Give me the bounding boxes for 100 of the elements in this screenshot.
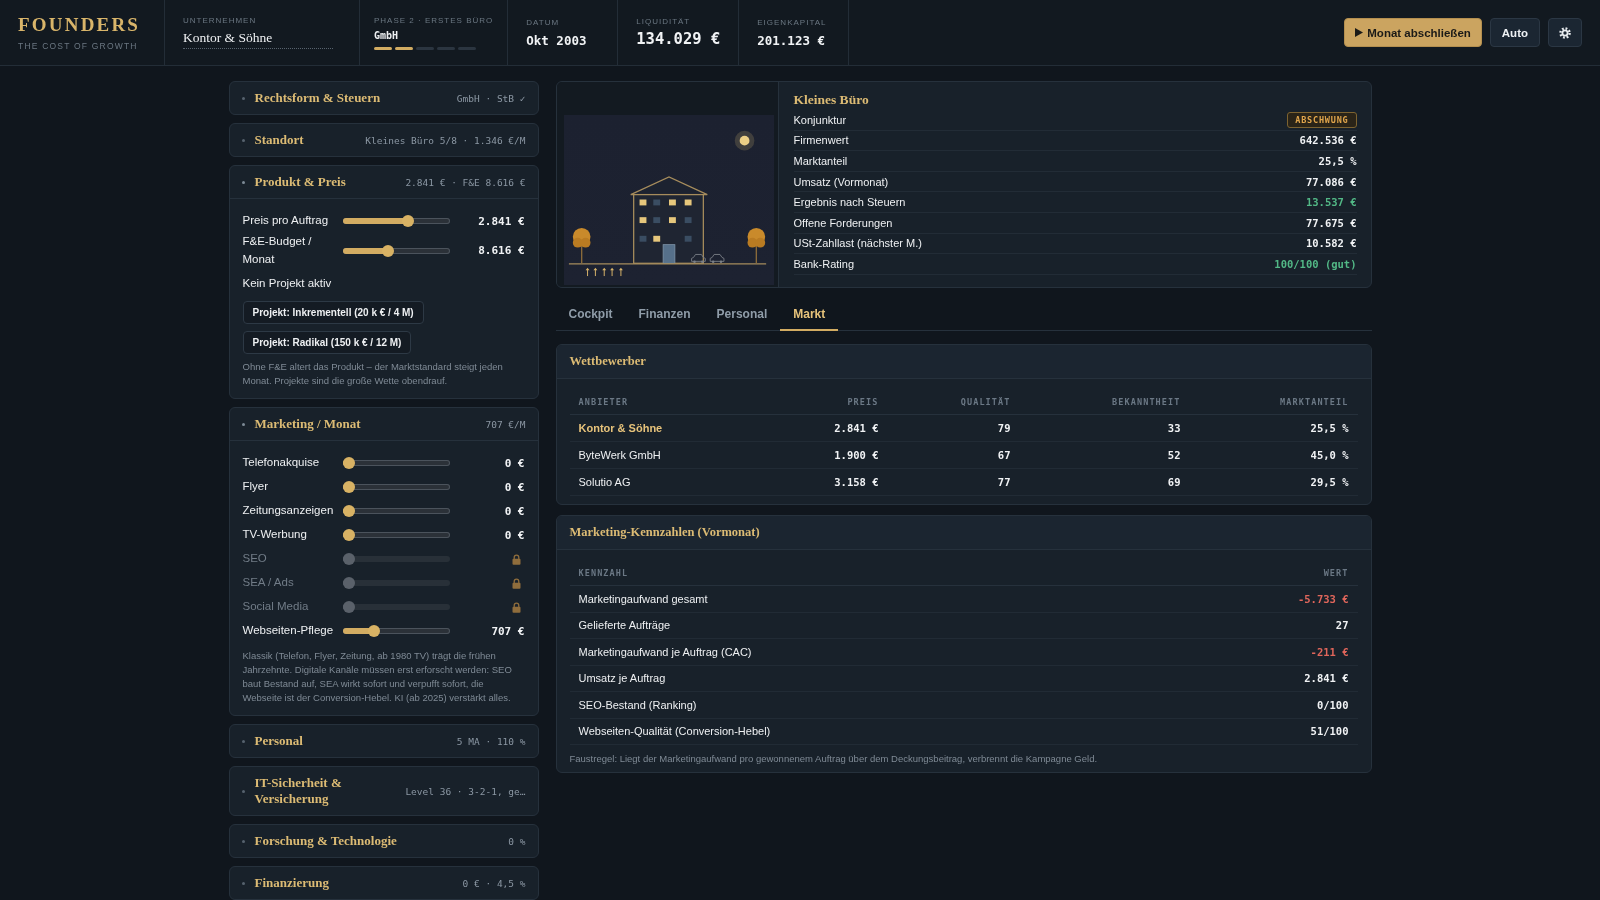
table-cell: 27	[963, 612, 1358, 639]
section-title[interactable]: Produkt & Preis	[254, 172, 396, 192]
slider[interactable]	[342, 529, 450, 541]
project-button[interactable]: Projekt: Inkrementell (20 k € / 4 M)	[242, 301, 424, 324]
info-label: Ergebnis nach Steuern	[793, 196, 906, 209]
tab[interactable]: Markt	[780, 300, 839, 331]
auto-button[interactable]: Auto	[1489, 18, 1540, 47]
slider-label: Zeitungsanzeigen	[242, 503, 335, 519]
lock-icon	[511, 553, 521, 565]
table-cell: 2.841 €	[963, 665, 1358, 692]
info-label: Umsatz (Vormonat)	[793, 175, 889, 188]
info-label: Offene Forderungen	[793, 216, 893, 229]
slider-thumb[interactable]	[402, 215, 415, 227]
info-value: 13.537 €	[1305, 196, 1357, 209]
legal-form-value: GmbH	[374, 29, 399, 41]
tab[interactable]: Cockpit	[555, 300, 626, 331]
slider[interactable]	[342, 601, 450, 613]
info-value: 25,5 %	[1318, 155, 1357, 167]
slider-label: Webseiten-Pflege	[242, 623, 335, 639]
info-value: 642.536 €	[1299, 134, 1357, 147]
section-title[interactable]: Rechtsform & Steuern	[254, 88, 447, 108]
slider-value: 707 €	[491, 624, 525, 638]
slider-value: 0 €	[504, 480, 525, 494]
stat-value: 134.029 €	[636, 30, 721, 48]
info-label: USt-Zahllast (nächster M.)	[793, 237, 922, 250]
info-label: Marktanteil	[793, 155, 848, 167]
slider[interactable]	[342, 215, 450, 227]
table-cell: SEO-Bestand (Ranking)	[569, 691, 964, 718]
slider[interactable]	[342, 625, 450, 637]
table-cell: Kontor & Söhne	[569, 414, 758, 442]
slider-thumb[interactable]	[342, 577, 355, 589]
info-label: Firmenwert	[793, 134, 849, 147]
column-header: WERT	[963, 560, 1358, 586]
slider-label: SEA / Ads	[242, 575, 295, 591]
slider[interactable]	[342, 505, 450, 517]
slider-thumb[interactable]	[342, 601, 355, 613]
hint-text: Klassik (Telefon, Flyer, Zeitung, ab 1980 TV) trägt die frühen Jahrzehnte. Digitale Kanäle müssen erst erforscht werden: SEO baut Bestand auf, SEA wirkt sofort und verpufft sofort, die Webseite ist der Conversion-Hebel. KI (ab 2025) verstärkt alles.	[242, 649, 513, 705]
section-summary: Kleines Büro 5/8 · 1.346 €/M	[365, 134, 526, 146]
field-label: UNTERNEHMEN	[183, 16, 257, 25]
section-title[interactable]: Marketing / Monat	[254, 414, 476, 434]
slider[interactable]	[342, 244, 450, 257]
slider-thumb[interactable]	[342, 505, 355, 517]
section-title[interactable]: Standort	[254, 130, 356, 150]
slider-value: 0 €	[504, 456, 525, 470]
slider-thumb[interactable]	[342, 481, 355, 493]
table-cell: 33	[1019, 414, 1190, 442]
finish-month-button[interactable]: Monat abschließen	[1344, 18, 1482, 47]
card-title: Marketing-Kennzahlen (Vormonat)	[569, 525, 760, 540]
car-icon	[709, 254, 724, 264]
slider-thumb[interactable]	[368, 625, 381, 637]
tab[interactable]: Finanzen	[625, 300, 704, 331]
stat-value: Okt 2003	[526, 32, 587, 48]
slider-thumb[interactable]	[342, 529, 355, 541]
slider-value: 2.841 €	[478, 214, 525, 228]
stat-value: 201.123 €	[757, 32, 825, 48]
tree-drawing	[572, 227, 590, 264]
tab[interactable]: Personal	[703, 300, 781, 331]
section-summary: 2.841 € · F&E 8.616 €	[405, 176, 526, 188]
project-button[interactable]: Projekt: Radikal (150 k € / 12 M)	[242, 331, 412, 354]
slider[interactable]	[342, 457, 450, 469]
section-summary: 5 MA · 110 %	[456, 735, 526, 747]
section-summary: Level 36 · 3-2-1, ge…	[405, 785, 526, 797]
section-title[interactable]: IT-Sicherheit & Versicherung	[254, 773, 396, 809]
slider-thumb[interactable]	[342, 457, 355, 469]
slider[interactable]	[342, 577, 450, 589]
table-cell: 0/100	[963, 691, 1358, 718]
company-name-field[interactable]: Kontor & Söhne	[183, 27, 333, 49]
section-title[interactable]: Forschung & Technologie	[254, 831, 499, 851]
section-title[interactable]: Finanzierung	[254, 873, 453, 893]
column-header: QUALITÄT	[887, 389, 1020, 415]
table-cell: -5.733 €	[963, 585, 1358, 612]
section-title[interactable]: Personal	[254, 731, 447, 751]
slider-label: Social Media	[242, 599, 310, 615]
table-cell: Marketingaufwand gesamt	[569, 585, 964, 612]
slider-label: Preis pro Auftrag	[242, 213, 330, 229]
settings-button[interactable]	[1548, 18, 1582, 47]
column-header: ANBIETER	[569, 389, 758, 415]
slider-thumb[interactable]	[342, 553, 355, 565]
info-value: 77.675 €	[1305, 216, 1357, 229]
stat-label: LIQUIDITÄT	[636, 17, 691, 26]
table-cell: 25,5 %	[1189, 414, 1358, 442]
info-label: Konjunktur	[793, 113, 847, 126]
info-value: 77.086 €	[1305, 175, 1357, 188]
table-cell: ByteWerk GmbH	[569, 441, 758, 469]
info-label: Bank-Rating	[793, 257, 855, 270]
slider[interactable]	[342, 481, 450, 493]
logo-subtitle: THE COST OF GROWTH	[18, 40, 138, 51]
table-cell: 45,0 %	[1189, 441, 1358, 469]
table-cell: 3.158 €	[757, 468, 888, 496]
info-value: 10.582 €	[1305, 237, 1357, 250]
slider[interactable]	[342, 553, 450, 565]
table-cell: 29,5 %	[1189, 468, 1358, 496]
column-header: KENNZAHL	[569, 560, 964, 586]
car-icon	[690, 254, 706, 264]
table-cell: 67	[887, 441, 1020, 469]
stat-label: EIGENKAPITAL	[757, 17, 827, 27]
section-summary: 707 €/M	[485, 418, 526, 430]
table-cell: Webseiten-Qualität (Conversion-Hebel)	[569, 718, 964, 745]
slider-thumb[interactable]	[382, 244, 395, 257]
slider-value: 8.616 €	[478, 244, 525, 257]
